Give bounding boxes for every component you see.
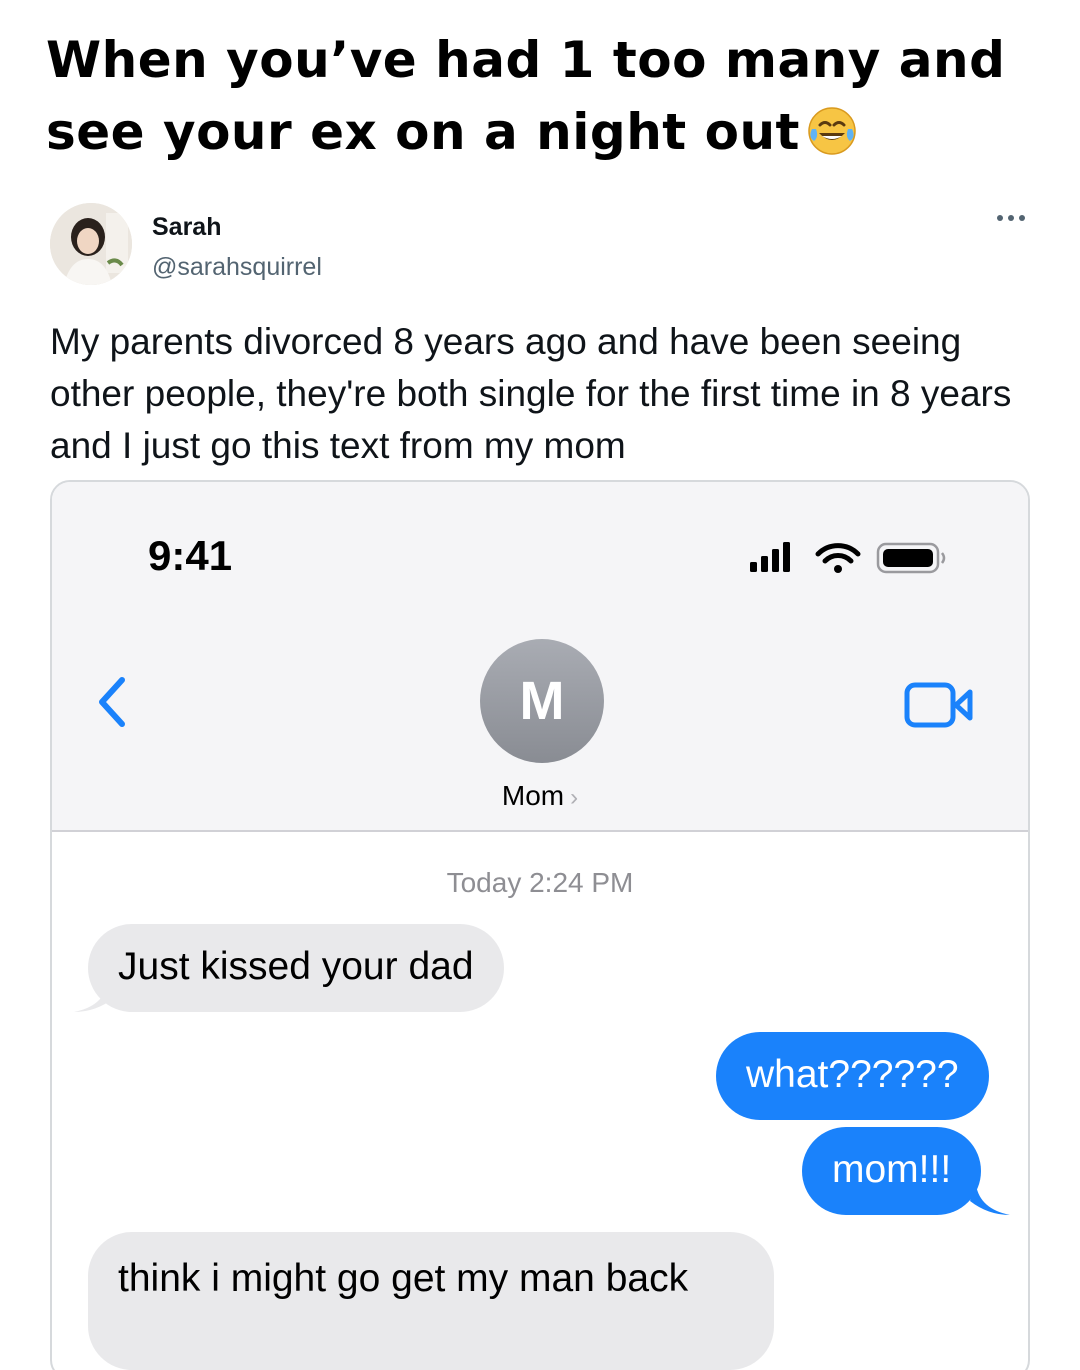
status-bar-icons (750, 542, 946, 574)
cellular-signal-icon (750, 542, 790, 572)
status-bar-time: 9:41 (148, 532, 233, 579)
received-message[interactable]: Just kissed your dad (88, 924, 504, 1012)
caption-text: When you’ve had 1 too many and see your … (46, 31, 1006, 161)
sent-message[interactable]: mom!!! (802, 1127, 982, 1215)
wifi-icon (815, 543, 861, 573)
messages-header: 9:41 M Mom › (52, 482, 1028, 832)
meme-caption: When you’ve had 1 too many and see your … (46, 24, 1046, 168)
chevron-right-icon: › (570, 784, 579, 811)
contact-name[interactable]: Mom › (52, 780, 1028, 812)
message-timestamp: Today 2:24 PM (446, 867, 634, 898)
contact-name-label: Mom (501, 780, 565, 811)
contact-avatar[interactable]: M (480, 639, 604, 763)
received-message[interactable]: think i might go get my man back (88, 1232, 774, 1370)
tweet-header: Sarah @sarahsquirrel (50, 203, 1030, 287)
video-call-icon[interactable] (904, 682, 974, 728)
sent-message[interactable]: what?????? (716, 1032, 989, 1120)
battery-icon (876, 542, 946, 574)
tweet-body: My parents divorced 8 years ago and have… (50, 321, 1012, 466)
author-name[interactable]: Sarah (152, 213, 221, 242)
avatar[interactable] (50, 203, 132, 285)
back-chevron-icon[interactable] (92, 674, 132, 730)
message-screenshot: 9:41 M Mom › Today 2:24 PM Just kissed y… (50, 480, 1030, 1370)
more-options-icon[interactable] (996, 213, 1026, 223)
author-handle[interactable]: @sarahsquirrel (152, 253, 322, 282)
face-with-tears-of-joy-icon (808, 107, 856, 155)
